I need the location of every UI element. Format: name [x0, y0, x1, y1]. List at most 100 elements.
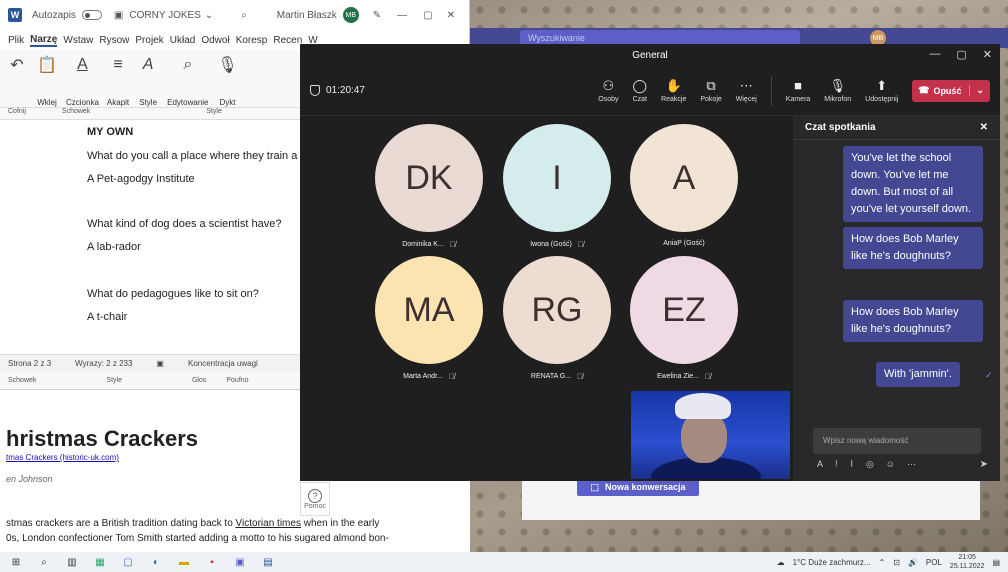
minimize-icon[interactable]: —: [397, 10, 407, 21]
close-icon[interactable]: ✕: [447, 10, 455, 21]
chat-message[interactable]: How does Bob Marley like he's doughnuts?: [843, 300, 983, 342]
important-icon[interactable]: !: [835, 459, 838, 470]
format-icon[interactable]: A: [817, 459, 823, 470]
chevron-down-icon[interactable]: ⌄: [205, 10, 213, 21]
share-button[interactable]: ⬆ Udostępnij: [865, 79, 898, 103]
more-icon[interactable]: ⋯: [907, 459, 916, 470]
rooms-icon: ⧉: [706, 77, 716, 93]
tab-file[interactable]: Plik: [8, 35, 24, 46]
start-icon[interactable]: ⊞: [10, 556, 22, 568]
tab-review[interactable]: Recen: [273, 35, 302, 46]
rooms-label: Pokoje: [700, 95, 722, 103]
clock[interactable]: 21:05 25.11.2022: [950, 553, 985, 571]
send-icon[interactable]: ➤: [980, 459, 988, 470]
dictate-button[interactable]: 🎙 Dykt: [217, 54, 239, 107]
participant-tile[interactable]: MA Marta Andr... 🎙̸: [365, 256, 493, 381]
editing-button[interactable]: ⌕ Edytowanie: [167, 54, 208, 107]
word-logo-icon: W: [8, 8, 22, 22]
inline-link[interactable]: Victorian times: [236, 518, 301, 529]
chat-title: Czat spotkania: [805, 122, 876, 133]
paste-button[interactable]: 📋 Wklej: [36, 54, 58, 107]
more-button[interactable]: ⋯ Więcej: [736, 79, 757, 103]
tab-mailings[interactable]: Koresp: [236, 35, 268, 46]
chat-message-input[interactable]: Wpisz nową wiadomość: [813, 428, 981, 454]
editing-label: Edytowanie: [167, 98, 209, 107]
language-indicator[interactable]: POL: [926, 558, 942, 567]
chat-message[interactable]: How does Bob Marley like he's doughnuts?: [843, 227, 983, 269]
tab-insert[interactable]: Wstaw: [63, 35, 93, 46]
search-icon[interactable]: ⌕: [38, 556, 50, 568]
camera-button[interactable]: ■ Kamera: [786, 79, 811, 103]
self-video-preview[interactable]: [631, 391, 790, 479]
chat-app-icon[interactable]: ▢: [122, 556, 134, 568]
chevron-down-icon[interactable]: ⌄: [969, 85, 984, 96]
paragraph-label: Akapit: [106, 98, 130, 107]
rooms-button[interactable]: ⧉ Pokoje: [700, 79, 721, 103]
search-icon[interactable]: ⌕: [241, 10, 247, 21]
calendar-app-icon[interactable]: ▦: [94, 556, 106, 568]
message-text: You've let the school down. You've let m…: [851, 152, 972, 215]
maximize-icon[interactable]: ▢: [423, 10, 432, 21]
word-icon[interactable]: ▤: [262, 556, 274, 568]
help-button[interactable]: ? Pomoc: [300, 482, 330, 516]
participant-tile[interactable]: DK Dominika K... 🎙̸: [365, 124, 493, 249]
paragraph-button[interactable]: ≡ Akapit: [107, 54, 129, 107]
chat-message[interactable]: With 'jammin'.: [876, 362, 960, 387]
autosave-toggle[interactable]: [81, 10, 102, 20]
file-explorer-icon[interactable]: ▬: [178, 556, 190, 568]
style-button[interactable]: A Style: [137, 54, 159, 107]
close-icon[interactable]: ✕: [980, 122, 988, 133]
chat-icon: ◯: [632, 77, 648, 93]
teams-icon[interactable]: ▣: [234, 556, 246, 568]
reactions-button[interactable]: ✋ Reakcje: [661, 79, 686, 103]
chat-message[interactable]: You've let the school down. You've let m…: [843, 146, 983, 222]
page-count[interactable]: Strona 2 z 3: [8, 359, 51, 368]
participant-tile[interactable]: I Iwona (Gość) 🎙̸: [493, 124, 621, 249]
task-view-icon[interactable]: ▥: [66, 556, 78, 568]
undo-icon[interactable]: ↶: [6, 54, 28, 76]
user-name[interactable]: Martin Błaszk: [277, 10, 337, 21]
attach-icon[interactable]: ⌇: [850, 459, 854, 470]
app-icon[interactable]: ▪: [206, 556, 218, 568]
proofing-icon[interactable]: ▣: [156, 359, 164, 368]
participant-name: AniaP (Gość): [663, 240, 705, 247]
clipboard-group-label: Schowek: [61, 108, 91, 115]
tab-references[interactable]: Odwoł: [201, 35, 229, 46]
close-icon[interactable]: ✕: [983, 48, 992, 61]
focus-mode[interactable]: Koncentracja uwagi: [188, 359, 258, 368]
edge-icon[interactable]: ◐: [150, 556, 162, 568]
microphone-button[interactable]: 🎙 Mikrofon: [824, 79, 851, 103]
participant-tile[interactable]: A AniaP (Gość): [620, 124, 748, 247]
save-icon[interactable]: ▣: [114, 10, 123, 21]
tab-draw[interactable]: Rysow: [99, 35, 129, 46]
style-label: Style: [106, 377, 122, 384]
participant-gallery: DK Dominika K... 🎙̸ I Iwona (Gość) 🎙̸ A An…: [300, 116, 792, 481]
font-button[interactable]: A Czcionka: [66, 54, 99, 107]
chat-button[interactable]: ◯ Czat: [633, 79, 648, 103]
tab-design[interactable]: Projek: [135, 35, 163, 46]
leave-button[interactable]: ☎ Opuść ⌄: [912, 79, 990, 102]
source-link[interactable]: tmas Crackers (historic-uk.com): [6, 453, 119, 462]
mic-off-icon: 🎙̸: [705, 372, 712, 381]
network-icon[interactable]: ⊡: [893, 558, 900, 567]
minimize-icon[interactable]: —: [929, 48, 940, 61]
word-count[interactable]: Wyrazy: 2 z 233: [75, 359, 132, 368]
weather-text[interactable]: 1°C Duże zachmurz...: [793, 558, 871, 567]
participant-tile[interactable]: RG RENATA G... 🎙̸: [493, 256, 621, 381]
loop-icon[interactable]: ◎: [866, 459, 874, 470]
tab-home[interactable]: Narzę: [30, 34, 58, 47]
user-avatar[interactable]: MB: [342, 7, 359, 23]
participant-tile[interactable]: EZ Ewelina Zie... 🎙̸: [620, 256, 748, 381]
pen-icon[interactable]: ✎: [373, 10, 381, 21]
chevron-up-icon[interactable]: ⌃: [879, 558, 886, 567]
maximize-icon[interactable]: ▢: [956, 48, 966, 61]
notifications-icon[interactable]: ▤: [992, 558, 1000, 567]
undo-group[interactable]: ↶: [6, 54, 28, 107]
participant-avatar: DK: [375, 124, 483, 232]
volume-icon[interactable]: 🔊: [908, 558, 918, 567]
emoji-icon[interactable]: ☺: [886, 459, 895, 470]
tab-layout[interactable]: Układ: [170, 35, 196, 46]
people-button[interactable]: ⚇ Osoby: [598, 79, 618, 103]
participant-name: Iwona (Gość): [530, 241, 572, 248]
document-title[interactable]: CORNY JOKES: [129, 10, 201, 21]
